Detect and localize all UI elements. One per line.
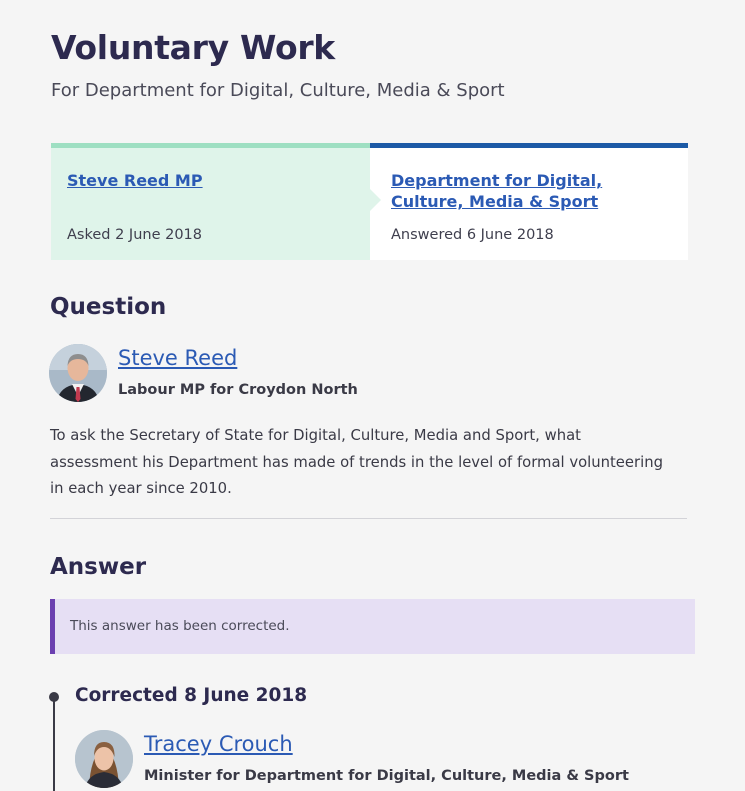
asked-date: Asked 2 June 2018 [67, 227, 203, 243]
timeline-line [53, 697, 55, 791]
tracey-crouch-avatar[interactable] [75, 730, 133, 788]
person-portrait-icon [75, 730, 133, 788]
steve-reed-avatar[interactable] [49, 344, 107, 402]
question-heading: Question [50, 294, 167, 320]
section-divider [50, 518, 687, 519]
tracey-crouch-role: Minister for Department for Digital, Cul… [144, 768, 629, 784]
corrected-date-heading: Corrected 8 June 2018 [75, 685, 308, 706]
timeline-dot-icon [49, 692, 59, 702]
correction-notice-text: This answer has been corrected. [70, 618, 290, 634]
asking-member-link[interactable]: Steve Reed MP [67, 170, 203, 191]
question-text: To ask the Secretary of State for Digita… [50, 427, 663, 497]
steve-reed-link[interactable]: Steve Reed [118, 346, 237, 370]
answered-box: Department for Digital, Culture, Media &… [370, 143, 688, 260]
person-portrait-icon [49, 344, 107, 402]
page-title: Voluntary Work [51, 28, 335, 67]
correction-notice: This answer has been corrected. [50, 599, 695, 654]
steve-reed-role: Labour MP for Croydon North [118, 382, 358, 398]
arrow-notch-icon [370, 189, 381, 211]
page-subtitle: For Department for Digital, Culture, Med… [51, 80, 505, 101]
question-status-panel: Steve Reed MP Asked 2 June 2018 Departme… [51, 143, 688, 260]
answering-department-link[interactable]: Department for Digital, Culture, Media &… [391, 170, 671, 212]
asked-box: Steve Reed MP Asked 2 June 2018 [51, 143, 370, 260]
answered-date: Answered 6 June 2018 [391, 227, 554, 243]
tracey-crouch-link[interactable]: Tracey Crouch [144, 732, 293, 756]
answer-heading: Answer [50, 554, 147, 580]
